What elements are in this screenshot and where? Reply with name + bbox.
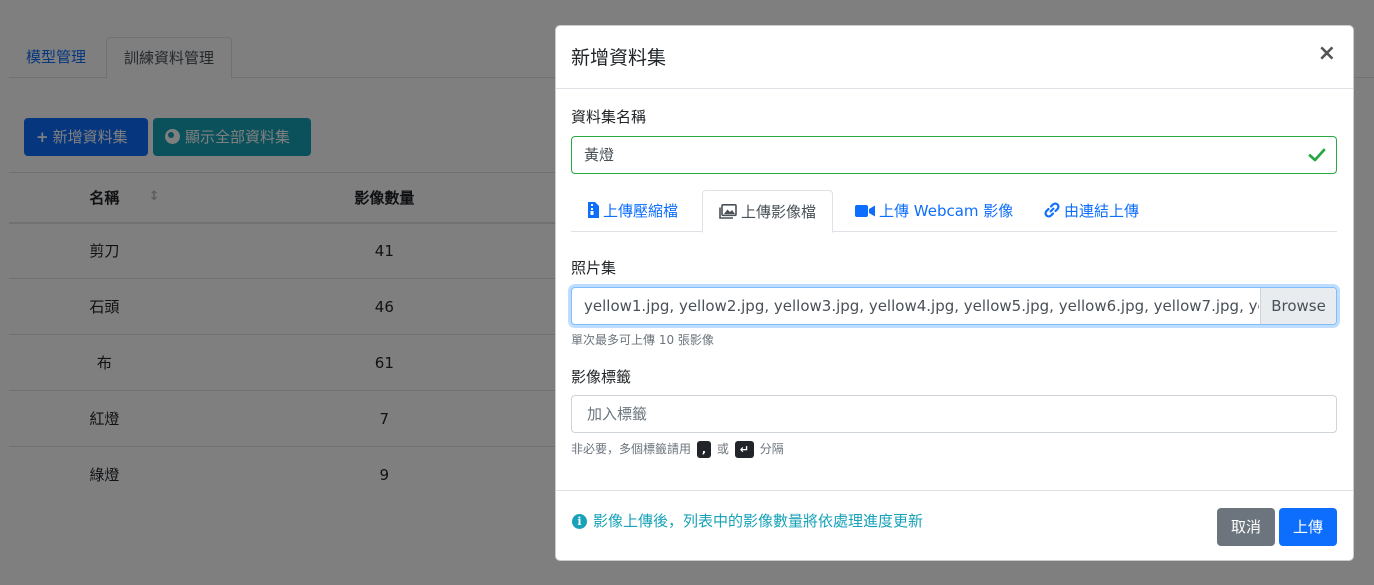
tab-upload-zip[interactable]: 上傳壓縮檔 <box>571 190 694 232</box>
modal-footer: i 影像上傳後，列表中的影像數量將依處理進度更新 取消 上傳 <box>556 490 1353 561</box>
tab-upload-link[interactable]: 由連結上傳 <box>1028 190 1155 232</box>
dataset-name-value: 黃燈 <box>584 146 615 164</box>
comma-key: , <box>696 441 712 458</box>
image-tags-input[interactable]: 加入標籤 <box>571 395 1337 433</box>
modal-title: 新增資料集 <box>571 47 667 69</box>
footer-info-note: i 影像上傳後，列表中的影像數量將依處理進度更新 <box>572 510 923 531</box>
tab-upload-images[interactable]: 上傳影像檔 <box>702 190 834 233</box>
photos-file-input[interactable]: yellow1.jpg, yellow2.jpg, yellow3.jpg, y… <box>571 287 1337 325</box>
video-camera-icon <box>855 205 875 217</box>
tags-help-text: 非必要，多個標籤請用 , 或 ↵ 分隔 <box>571 441 784 458</box>
upload-button[interactable]: 上傳 <box>1279 508 1337 546</box>
link-icon <box>1044 202 1060 218</box>
images-icon <box>719 204 737 219</box>
image-tags-label: 影像標籤 <box>571 368 632 386</box>
file-zip-icon <box>588 202 599 218</box>
selected-files-text: yellow1.jpg, yellow2.jpg, yellow3.jpg, y… <box>584 297 1259 315</box>
photos-label: 照片集 <box>571 259 617 277</box>
enter-key: ↵ <box>734 441 754 458</box>
photos-help-text: 單次最多可上傳 10 張影像 <box>571 333 714 347</box>
upload-tabs: 上傳壓縮檔 上傳影像檔 上傳 Webcam 影像 由連結上傳 <box>571 190 1337 233</box>
modal-header: 新增資料集 × <box>556 26 1353 89</box>
check-icon <box>1308 148 1326 162</box>
info-icon: i <box>572 514 587 529</box>
browse-button[interactable]: Browse <box>1260 288 1336 324</box>
cancel-button[interactable]: 取消 <box>1217 508 1275 546</box>
tab-upload-webcam[interactable]: 上傳 Webcam 影像 <box>839 190 1029 232</box>
close-button[interactable]: × <box>1318 43 1336 65</box>
tags-placeholder: 加入標籤 <box>587 405 648 423</box>
new-dataset-modal: 新增資料集 × 資料集名稱 黃燈 上傳壓縮檔 上傳影像檔 上傳 Webcam 影… <box>555 25 1354 561</box>
dataset-name-input[interactable]: 黃燈 <box>571 136 1337 174</box>
dataset-name-label: 資料集名稱 <box>571 108 647 126</box>
